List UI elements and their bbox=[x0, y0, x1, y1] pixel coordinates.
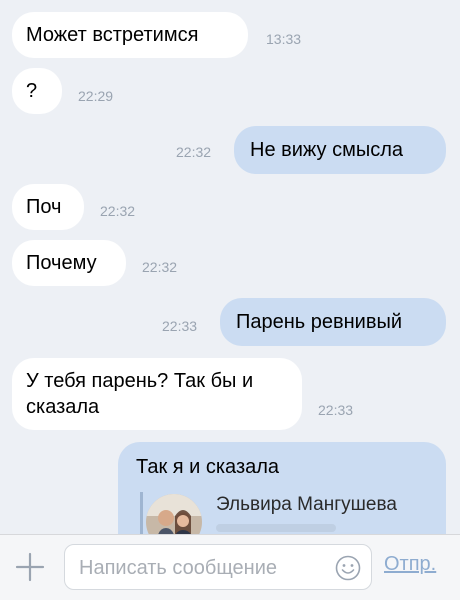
incoming-message[interactable]: У тебя парень? Так бы и сказала bbox=[12, 358, 302, 430]
avatar[interactable] bbox=[146, 494, 202, 534]
message-text: У тебя парень? Так бы и сказала bbox=[26, 370, 254, 418]
incoming-message[interactable]: Почему bbox=[12, 240, 126, 286]
message-text: Так я и сказала bbox=[136, 456, 280, 478]
send-button[interactable]: Отпр. bbox=[384, 553, 436, 576]
message-text: Поч bbox=[26, 196, 62, 218]
forwarded-message[interactable]: Эльвира Мангушева bbox=[140, 492, 430, 534]
message-text: Не вижу смысла bbox=[250, 139, 403, 161]
message-time: 22:29 bbox=[78, 88, 114, 104]
incoming-message[interactable]: Поч bbox=[12, 184, 84, 230]
message-time: 22:33 bbox=[318, 402, 354, 418]
message-text: Может встретимся bbox=[26, 24, 199, 46]
message-time: 22:32 bbox=[142, 259, 178, 275]
outgoing-message[interactable]: Не вижу смысла bbox=[234, 126, 446, 174]
quoted-text-placeholder bbox=[216, 524, 336, 532]
quoted-user-name[interactable]: Эльвира Мангушева bbox=[216, 494, 397, 516]
message-time: 22:33 bbox=[162, 318, 198, 334]
message-list[interactable]: Может встретимся 13:33 ? 22:29 22:32 Не … bbox=[0, 0, 460, 534]
message-text: Почему bbox=[26, 252, 97, 274]
composer-bar: Отпр. bbox=[0, 534, 460, 600]
message-input[interactable] bbox=[77, 553, 331, 583]
incoming-message[interactable]: Может встретимся bbox=[12, 12, 248, 58]
message-time: 22:32 bbox=[176, 144, 212, 160]
incoming-message[interactable]: ? bbox=[12, 68, 62, 114]
message-text: Парень ревнивый bbox=[236, 311, 403, 333]
message-input-box[interactable] bbox=[64, 544, 372, 590]
quote-bar bbox=[140, 492, 143, 534]
message-time: 13:33 bbox=[266, 31, 302, 47]
message-text: ? bbox=[26, 80, 38, 102]
outgoing-message[interactable]: Парень ревнивый bbox=[220, 298, 446, 346]
smiley-icon[interactable] bbox=[335, 555, 361, 581]
user-photo bbox=[146, 494, 202, 534]
message-time: 22:32 bbox=[100, 203, 136, 219]
plus-icon[interactable] bbox=[14, 551, 46, 583]
